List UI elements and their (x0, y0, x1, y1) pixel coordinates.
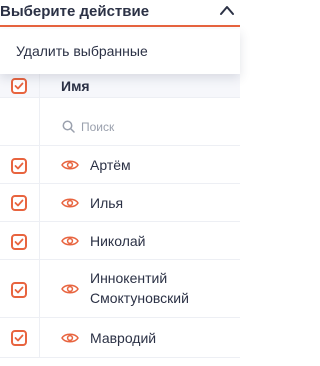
table-row: Николай (0, 222, 240, 260)
row-name: Иннокентий Смоктуновский (90, 270, 189, 306)
row-checkbox-cell (0, 184, 40, 221)
table-row: Илья (0, 184, 240, 222)
search-checkbox-cell (0, 98, 40, 145)
row-checkbox[interactable] (11, 282, 27, 298)
checkmark-icon (14, 286, 24, 294)
row-name: Илья (90, 195, 124, 211)
action-dropdown-menu: Удалить выбранные (0, 29, 240, 74)
checkmark-icon (14, 82, 24, 90)
eye-icon[interactable] (61, 235, 79, 247)
row-checkbox[interactable] (11, 158, 27, 174)
checkmark-icon (14, 199, 24, 207)
column-header-name: Имя (61, 78, 90, 94)
header-checkbox-cell (0, 74, 40, 97)
eye-icon[interactable] (61, 283, 79, 295)
search-icon (62, 120, 75, 133)
names-table: Имя Поиск Артём Илья Николай Иннокентий … (0, 74, 240, 366)
table-row: Мавродий (0, 318, 240, 358)
checkmark-icon (14, 162, 24, 170)
table-row: Иннокентий Смоктуновский (0, 260, 240, 318)
action-select-label: Выберите действие (0, 3, 150, 20)
table-search-row: Поиск (0, 98, 240, 146)
row-checkbox[interactable] (11, 330, 27, 346)
row-checkbox-cell (0, 318, 40, 357)
action-select[interactable]: Выберите действие (0, 0, 240, 27)
menu-item-delete-selected[interactable]: Удалить выбранные (16, 43, 148, 59)
chevron-up-icon[interactable] (218, 3, 236, 17)
row-checkbox-cell (0, 146, 40, 183)
row-name: Николай (90, 233, 146, 249)
eye-icon[interactable] (61, 159, 79, 171)
row-name: Мавродий (90, 330, 157, 346)
eye-icon[interactable] (61, 197, 79, 209)
table-header-row: Имя (0, 74, 240, 98)
row-name: Артём (90, 157, 131, 173)
select-all-checkbox[interactable] (11, 78, 27, 94)
row-checkbox-cell (0, 260, 40, 317)
search-input[interactable]: Поиск (81, 120, 114, 134)
row-checkbox-cell (0, 222, 40, 259)
checkmark-icon (14, 334, 24, 342)
row-checkbox[interactable] (11, 195, 27, 211)
checkmark-icon (14, 238, 24, 246)
table-row: Артём (0, 146, 240, 184)
row-checkbox[interactable] (11, 234, 27, 250)
eye-icon[interactable] (61, 332, 79, 344)
